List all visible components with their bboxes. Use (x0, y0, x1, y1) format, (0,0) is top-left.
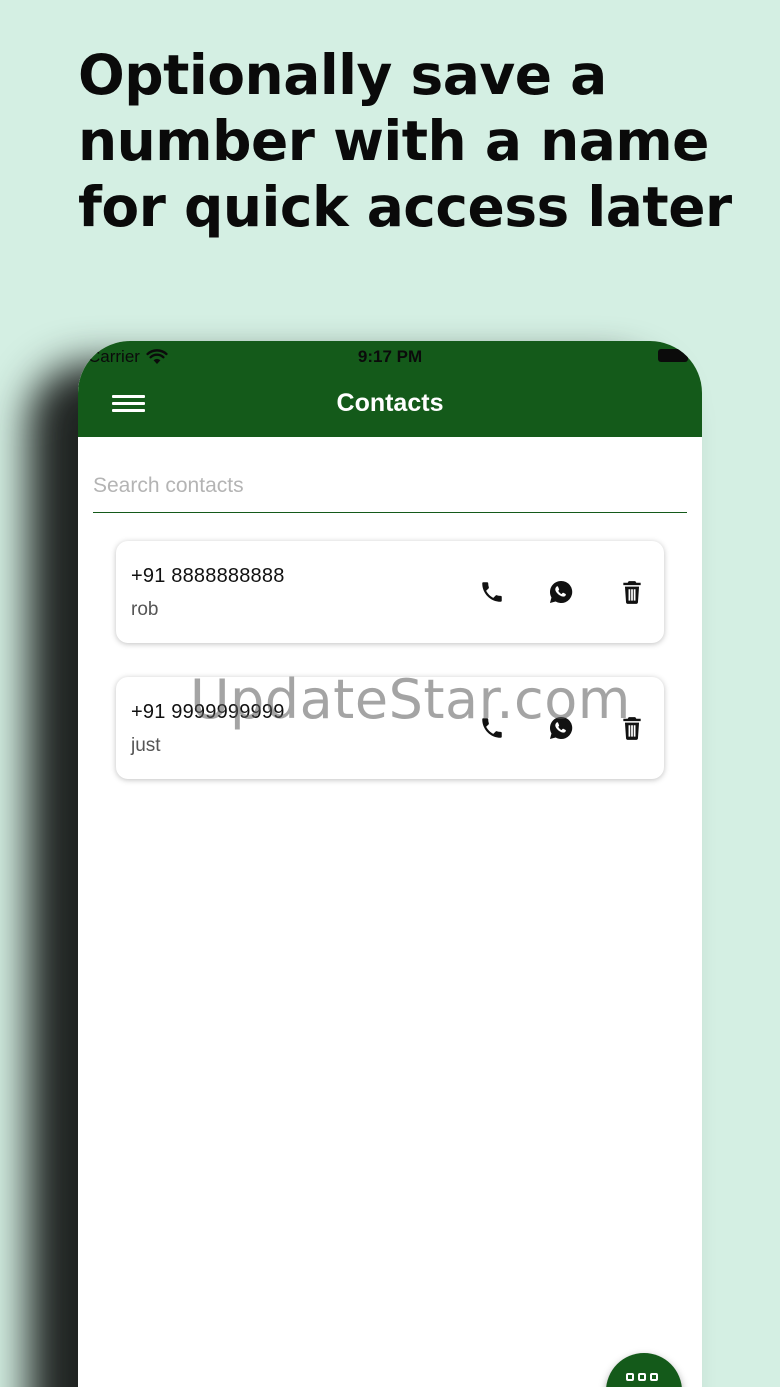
search-field (93, 463, 687, 513)
contact-number: +91 8888888888 (131, 565, 285, 587)
battery-icon (658, 349, 691, 362)
app-bar: Carrier 9:17 PM Contacts (78, 341, 702, 437)
trash-icon[interactable] (617, 713, 647, 743)
whatsapp-icon[interactable] (546, 713, 576, 743)
contact-number: +91 9999999999 (131, 701, 285, 723)
trash-icon[interactable] (617, 577, 647, 607)
contact-name: rob (131, 599, 159, 620)
dialpad-icon (626, 1373, 658, 1381)
phone-icon[interactable] (477, 713, 507, 743)
whatsapp-icon[interactable] (546, 577, 576, 607)
headline-line: Optionally save a (78, 43, 607, 107)
headline-line: number with a name (78, 109, 709, 173)
screen: Optionally save a number with a name for… (0, 0, 780, 1387)
search-input[interactable] (93, 463, 687, 509)
phone-frame: Carrier 9:17 PM Contacts +91 8888888888 … (78, 341, 702, 1387)
status-time: 9:17 PM (357, 347, 423, 366)
app-bar-title: Contacts (336, 389, 444, 417)
headline-line: for quick access later (78, 175, 732, 239)
contact-name: just (131, 735, 161, 756)
headline: Optionally save a number with a name for… (78, 42, 738, 240)
contact-card: +91 9999999999 just (116, 677, 664, 779)
contact-card: +91 8888888888 rob (116, 541, 664, 643)
phone-icon[interactable] (477, 577, 507, 607)
